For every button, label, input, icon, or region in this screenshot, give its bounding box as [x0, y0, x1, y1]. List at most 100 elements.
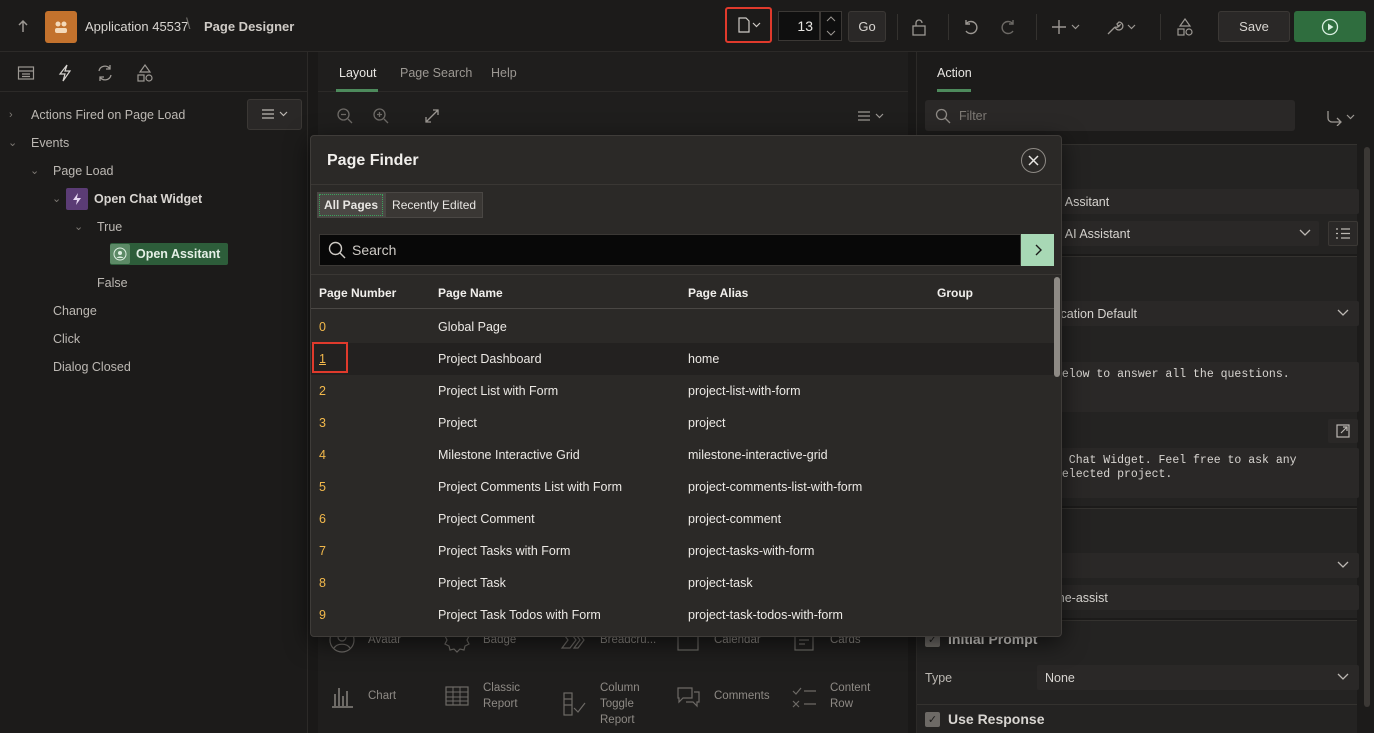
page-finder-button[interactable] — [725, 7, 772, 43]
collapse-caret-icon[interactable]: ⌄ — [74, 220, 83, 233]
tree-node-label: Open Assitant — [136, 247, 221, 261]
dynamic-actions-tab-icon[interactable] — [54, 62, 76, 84]
tree-menu-button[interactable] — [247, 99, 302, 130]
rendering-tab-icon[interactable] — [15, 62, 37, 84]
tab-all-pages[interactable]: All Pages — [317, 192, 386, 218]
tab-layout[interactable]: Layout — [339, 66, 377, 80]
page-number-link[interactable]: 0 — [319, 320, 326, 334]
app-logo-icon[interactable] — [45, 11, 77, 43]
page-number-link[interactable]: 4 — [319, 448, 326, 462]
go-button[interactable]: Go — [848, 11, 886, 42]
redo-icon[interactable] — [997, 16, 1019, 38]
shared-components-tab-icon[interactable] — [134, 62, 156, 84]
search-go-button[interactable] — [1021, 234, 1054, 266]
shared-components-icon[interactable] — [1174, 16, 1196, 38]
collapse-caret-icon[interactable]: ⌄ — [30, 164, 39, 177]
table-row[interactable]: 8 Project Task project-task — [311, 567, 1055, 599]
page-number-link[interactable]: 2 — [319, 384, 326, 398]
initial-prompt-type-select[interactable]: None — [1037, 665, 1359, 690]
gallery-item-chart[interactable]: Chart — [326, 680, 396, 712]
processing-tab-icon[interactable] — [94, 62, 116, 84]
static-id-field[interactable]: ine-assist — [1047, 585, 1359, 610]
gallery-item-comments[interactable]: Comments — [672, 680, 770, 712]
tab-recently-edited[interactable]: Recently Edited — [385, 192, 484, 218]
page-number-link[interactable]: 8 — [319, 576, 326, 590]
page-number-input[interactable]: 13 — [778, 11, 820, 41]
checkbox-checked[interactable]: ✓ — [925, 711, 940, 727]
gallery-item-column-toggle-report[interactable]: Column Toggle Report — [558, 680, 648, 728]
type-select[interactable]: e — [1047, 553, 1359, 578]
tree-node-dialog-closed[interactable]: Dialog Closed — [53, 360, 131, 374]
tab-help[interactable]: Help — [491, 66, 517, 80]
column-header-group[interactable]: Group — [937, 286, 973, 300]
close-button[interactable] — [1021, 148, 1046, 173]
tree-node-open-chat-widget[interactable]: Open Chat Widget — [66, 187, 202, 211]
save-button[interactable]: Save — [1218, 11, 1290, 42]
tree-node-actions-on-load[interactable]: Actions Fired on Page Load — [31, 108, 185, 122]
collapse-caret-icon[interactable]: ⌄ — [8, 136, 17, 149]
type-label: Type — [925, 671, 953, 685]
tab-page-search[interactable]: Page Search — [400, 66, 472, 80]
tab-action[interactable]: Action — [937, 66, 972, 80]
tree-node-open-assistant[interactable]: Open Assitant — [110, 243, 229, 265]
page-number-link[interactable]: 9 — [319, 608, 326, 622]
create-menu-icon[interactable] — [1050, 16, 1084, 38]
page-number-spinner[interactable] — [820, 11, 842, 41]
list-icon-button[interactable] — [1328, 221, 1358, 246]
tree-node-click[interactable]: Click — [53, 332, 80, 346]
tree-node-change[interactable]: Change — [53, 304, 97, 318]
zoom-in-icon[interactable] — [372, 107, 390, 125]
table-row[interactable]: 4 Milestone Interactive Grid milestone-i… — [311, 439, 1055, 471]
system-prompt-textarea[interactable]: below to answer all the questions. . — [1047, 362, 1359, 412]
lock-icon[interactable] — [908, 16, 930, 38]
gallery-item-content-row[interactable]: Content Row — [788, 680, 874, 712]
layout-menu-icon[interactable] — [856, 107, 888, 125]
table-row[interactable]: 1 Project Dashboard home — [311, 343, 1055, 375]
column-header-page-number[interactable]: Page Number — [319, 286, 396, 300]
welcome-message-textarea[interactable]: e Chat Widget. Feel free to ask any sele… — [1047, 448, 1359, 498]
comments-icon — [672, 680, 704, 712]
tree-node-page-load[interactable]: Page Load — [53, 164, 113, 178]
toolbar-divider — [1160, 14, 1161, 40]
page-number-link[interactable]: 6 — [319, 512, 326, 526]
go-to-group-icon[interactable] — [1325, 108, 1359, 126]
page-number-link[interactable]: 5 — [319, 480, 326, 494]
tree-node-false[interactable]: False — [97, 276, 128, 290]
use-response-header[interactable]: ✓ Use Response — [925, 711, 1044, 727]
filter-input[interactable]: Filter — [925, 100, 1295, 131]
table-row[interactable]: 0 Global Page — [311, 311, 1055, 343]
configuration-select[interactable]: lication Default — [1047, 301, 1359, 326]
scrollbar[interactable] — [1054, 277, 1060, 377]
use-response-label: Use Response — [948, 711, 1045, 727]
table-row[interactable]: 5 Project Comments List with Form projec… — [311, 471, 1055, 503]
zoom-out-icon[interactable] — [336, 107, 354, 125]
table-row[interactable]: 7 Project Tasks with Form project-tasks-… — [311, 535, 1055, 567]
action-select[interactable]: n AI Assistant — [1047, 221, 1319, 246]
table-row[interactable]: 3 Project project — [311, 407, 1055, 439]
table-row[interactable]: 2 Project List with Form project-list-wi… — [311, 375, 1055, 407]
column-header-page-alias[interactable]: Page Alias — [688, 286, 748, 300]
collapse-caret-icon[interactable]: ⌄ — [52, 192, 61, 205]
run-page-button[interactable] — [1294, 11, 1366, 42]
search-input[interactable]: Search — [319, 234, 1021, 266]
expand-caret-icon[interactable]: › — [9, 109, 13, 121]
page-number-link[interactable]: 7 — [319, 544, 326, 558]
table-row[interactable]: 6 Project Comment project-comment — [311, 503, 1055, 535]
page-name-cell: Milestone Interactive Grid — [438, 448, 580, 462]
page-designer-title: Page Designer — [204, 19, 295, 34]
name-field[interactable]: n Assitant — [1047, 189, 1359, 214]
page-number-link[interactable]: 3 — [319, 416, 326, 430]
undo-icon[interactable] — [960, 16, 982, 38]
utilities-wrench-icon[interactable] — [1104, 16, 1140, 38]
scrollbar[interactable] — [1364, 147, 1370, 707]
pages-grid: Page Number Page Name Page Alias Group 0… — [311, 274, 1061, 636]
tree-node-true[interactable]: True — [97, 220, 122, 234]
expand-icon[interactable] — [423, 107, 441, 125]
table-row[interactable]: 9 Project Task Todos with Form project-t… — [311, 599, 1055, 631]
gallery-item-classic-report[interactable]: Classic Report — [441, 680, 523, 712]
expand-editor-icon[interactable] — [1328, 419, 1358, 443]
column-header-page-name[interactable]: Page Name — [438, 286, 503, 300]
app-name-link[interactable]: Application 45537 — [85, 19, 188, 34]
tree-node-events[interactable]: Events — [31, 136, 69, 150]
up-arrow-icon[interactable] — [14, 17, 32, 35]
